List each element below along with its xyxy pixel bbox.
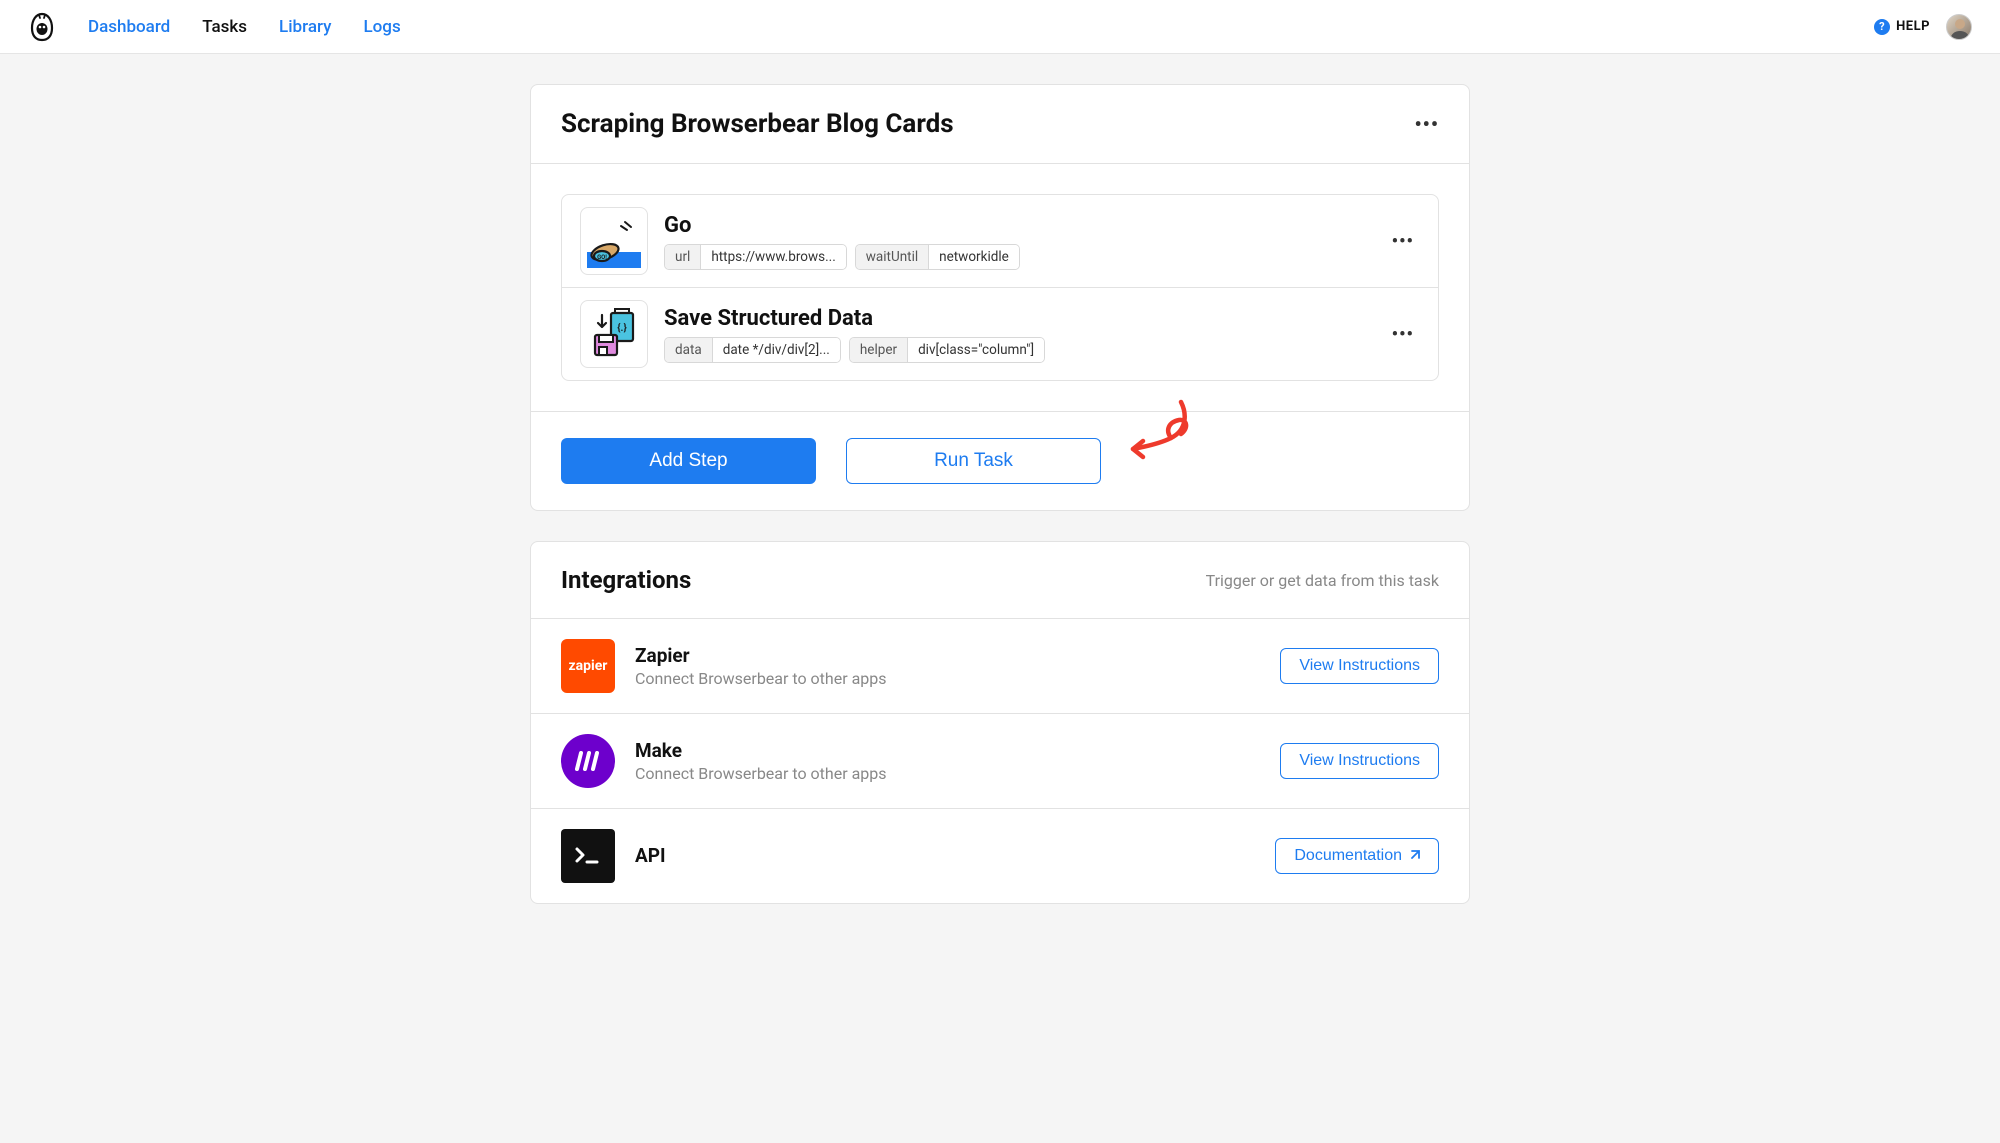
save-icon: {.} — [580, 300, 648, 368]
task-header: Scraping Browserbear Blog Cards ••• — [531, 85, 1469, 163]
integrations-panel: Integrations Trigger or get data from th… — [530, 541, 1470, 904]
integration-make-title: Make — [635, 739, 1260, 762]
step-save-more-icon[interactable]: ••• — [1386, 324, 1420, 345]
api-documentation-button[interactable]: Documentation — [1275, 838, 1439, 874]
integration-zapier-desc: Connect Browserbear to other apps — [635, 669, 1260, 688]
step-go-title: Go — [664, 213, 1370, 238]
task-more-icon[interactable]: ••• — [1414, 112, 1439, 136]
help-icon: ? — [1874, 19, 1890, 35]
go-icon: GO! — [580, 207, 648, 275]
step-go-tags: url https://www.brows... waitUntil netwo… — [664, 244, 1370, 270]
nav-dashboard[interactable]: Dashboard — [88, 17, 170, 37]
integrations-header: Integrations Trigger or get data from th… — [531, 542, 1469, 619]
integration-make-desc: Connect Browserbear to other apps — [635, 764, 1260, 783]
svg-text:GO!: GO! — [597, 254, 607, 261]
make-instructions-button[interactable]: View Instructions — [1280, 743, 1439, 779]
steps-body: GO! Go url https://www.brows... — [531, 163, 1469, 411]
task-title: Scraping Browserbear Blog Cards — [561, 109, 954, 139]
external-link-icon — [1408, 850, 1420, 862]
integration-zapier-title: Zapier — [635, 644, 1260, 667]
nav-library[interactable]: Library — [279, 17, 331, 37]
page: Scraping Browserbear Blog Cards ••• GO! — [530, 84, 1470, 974]
step-go[interactable]: GO! Go url https://www.brows... — [562, 195, 1438, 287]
nav-right: ? HELP — [1874, 14, 1972, 40]
step-go-more-icon[interactable]: ••• — [1386, 231, 1420, 252]
step-go-content: Go url https://www.brows... waitUntil ne… — [664, 213, 1370, 270]
tag-data: data date */div/div[2]... — [664, 337, 841, 363]
avatar[interactable] — [1946, 14, 1972, 40]
integration-api: API Documentation — [531, 809, 1469, 903]
integration-zapier-content: Zapier Connect Browserbear to other apps — [635, 644, 1260, 688]
step-save-title: Save Structured Data — [664, 306, 1370, 331]
help-label: HELP — [1896, 19, 1930, 34]
zapier-icon: zapier — [561, 639, 615, 693]
integration-api-content: API — [635, 844, 1255, 869]
top-nav: Dashboard Tasks Library Logs ? HELP — [0, 0, 2000, 54]
integration-make-content: Make Connect Browserbear to other apps — [635, 739, 1260, 783]
step-save-tags: data date */div/div[2]... helper div[cla… — [664, 337, 1370, 363]
integration-zapier: zapier Zapier Connect Browserbear to oth… — [531, 619, 1469, 714]
logo-icon[interactable] — [28, 11, 56, 43]
steps-list: GO! Go url https://www.brows... — [561, 194, 1439, 381]
nav-tasks[interactable]: Tasks — [202, 17, 247, 37]
zapier-instructions-button[interactable]: View Instructions — [1280, 648, 1439, 684]
run-task-button[interactable]: Run Task — [846, 438, 1101, 484]
integrations-subtitle: Trigger or get data from this task — [1206, 571, 1439, 590]
task-panel: Scraping Browserbear Blog Cards ••• GO! — [530, 84, 1470, 511]
tag-waituntil: waitUntil networkidle — [855, 244, 1020, 270]
integration-api-title: API — [635, 844, 1255, 867]
tag-helper: helper div[class="column"] — [849, 337, 1045, 363]
make-icon — [561, 734, 615, 788]
add-step-button[interactable]: Add Step — [561, 438, 816, 484]
nav-left: Dashboard Tasks Library Logs — [28, 11, 401, 43]
help-button[interactable]: ? HELP — [1874, 19, 1930, 35]
terminal-icon — [561, 829, 615, 883]
tag-url: url https://www.brows... — [664, 244, 847, 270]
task-actions: Add Step Run Task — [531, 411, 1469, 510]
integrations-title: Integrations — [561, 566, 691, 594]
svg-text:{.}: {.} — [617, 322, 627, 334]
step-save[interactable]: {.} Save Structured Data data dat — [562, 287, 1438, 380]
nav-logs[interactable]: Logs — [363, 17, 400, 37]
step-save-content: Save Structured Data data date */div/div… — [664, 306, 1370, 363]
nav-links: Dashboard Tasks Library Logs — [88, 17, 401, 37]
integration-make: Make Connect Browserbear to other apps V… — [531, 714, 1469, 809]
